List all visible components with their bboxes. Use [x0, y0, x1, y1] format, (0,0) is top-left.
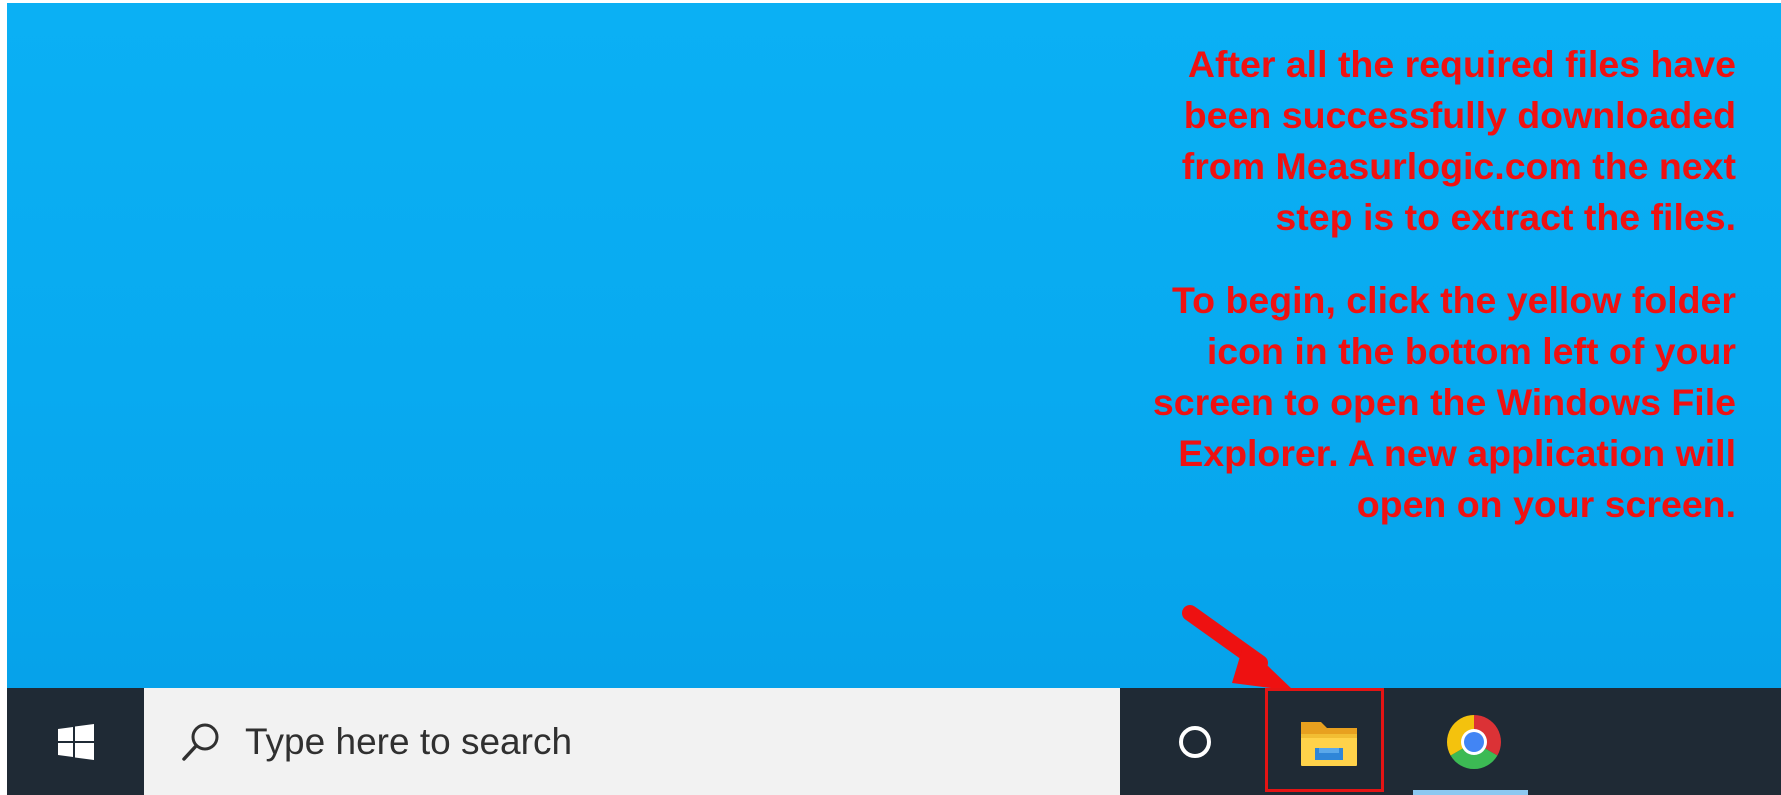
taskbar — [7, 688, 1781, 795]
cortana-button[interactable] — [1150, 688, 1240, 795]
search-box[interactable] — [144, 688, 1120, 795]
instruction-paragraph-2: To begin, click the yellow folder icon i… — [1152, 279, 1736, 525]
instruction-paragraph-1: After all the required files have been s… — [1181, 43, 1736, 238]
start-button[interactable] — [7, 688, 144, 795]
highlight-box — [1265, 688, 1384, 792]
windows-logo-icon — [57, 723, 94, 760]
active-app-indicator — [1413, 790, 1528, 795]
search-input[interactable] — [245, 711, 945, 772]
search-icon — [177, 718, 225, 766]
chrome-button[interactable] — [1411, 688, 1536, 795]
instruction-text: After all the required files have been s… — [1096, 39, 1736, 530]
chrome-icon — [1446, 714, 1501, 769]
red-arrow-icon — [1182, 605, 1294, 691]
desktop: After all the required files have been s… — [7, 3, 1781, 691]
cortana-icon — [1179, 725, 1211, 758]
